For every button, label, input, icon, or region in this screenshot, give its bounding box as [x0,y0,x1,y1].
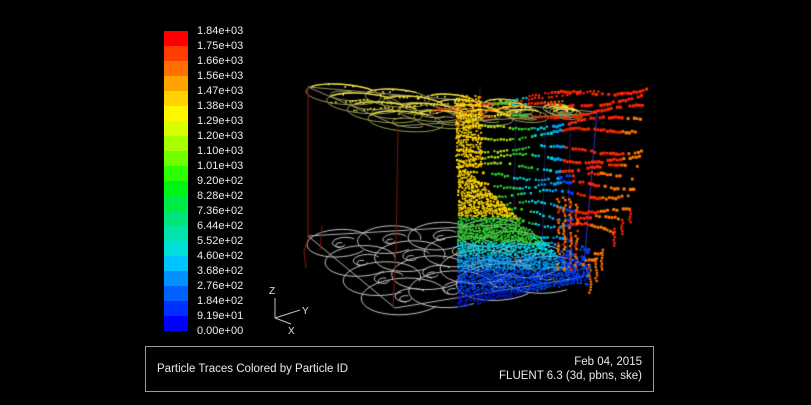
legend-tick-label: 6.44e+02 [197,219,243,233]
legend-tick-label: 3.68e+02 [197,264,243,278]
legend-color-band [164,31,188,46]
x-axis-line [275,318,291,324]
legend-tick-label: 2.76e+02 [197,279,243,293]
legend-color-band [164,211,188,226]
legend-color-band [164,106,188,121]
legend-color-band [164,136,188,151]
z-axis-label: Z [269,286,275,297]
legend-color-band [164,181,188,196]
legend-tick-label: 1.01e+03 [197,159,243,173]
legend-tick-label: 1.75e+03 [197,39,243,53]
legend-color-band [164,271,188,286]
legend-color-band [164,226,188,241]
legend-tick-label: 1.10e+03 [197,144,243,158]
legend-tick-label: 8.28e+02 [197,189,243,203]
axis-triad: Z Y X [240,283,320,343]
legend-tick-label: 1.66e+03 [197,54,243,68]
legend-tick-label: 1.38e+03 [197,99,243,113]
legend-color-band [164,121,188,136]
legend-tick-label: 1.29e+03 [197,114,243,128]
legend-tick-label: 1.56e+03 [197,69,243,83]
legend-color-band [164,46,188,61]
legend-tick-label: 1.47e+03 [197,84,243,98]
legend-tick-label: 4.60e+02 [197,249,243,263]
solver-version: FLUENT 6.3 (3d, pbns, ske) [499,370,642,382]
legend-tick-label: 0.00e+00 [197,324,243,338]
y-axis-line [275,310,300,318]
particle-traces-3d-view[interactable] [0,0,811,405]
software-stamp: Feb 04, 2015 FLUENT 6.3 (3d, pbns, ske) [499,355,642,383]
legend-color-band [164,256,188,271]
x-axis-label: X [288,326,295,337]
legend-tick-label: 1.84e+03 [197,24,243,38]
legend-color-band [164,166,188,181]
legend-color-band [164,196,188,211]
legend-tick-label: 1.20e+03 [197,129,243,143]
legend-tick-label: 9.20e+02 [197,174,243,188]
legend-tick-label: 9.19e+01 [197,309,243,323]
caption-box: Particle Traces Colored by Particle ID F… [145,346,654,392]
legend-color-band [164,61,188,76]
legend-tick-label: 5.52e+02 [197,234,243,248]
plot-title: Particle Traces Colored by Particle ID [157,363,348,375]
legend-color-band [164,301,188,316]
legend-color-band [164,316,188,331]
date-stamp: Feb 04, 2015 [574,356,642,368]
legend-tick-label: 1.84e+02 [197,294,243,308]
legend-color-band [164,241,188,256]
legend-color-band [164,76,188,91]
legend-color-band [164,151,188,166]
legend-tick-label: 7.36e+02 [197,204,243,218]
legend-color-band [164,91,188,106]
y-axis-label: Y [302,306,309,317]
legend-color-band [164,286,188,301]
